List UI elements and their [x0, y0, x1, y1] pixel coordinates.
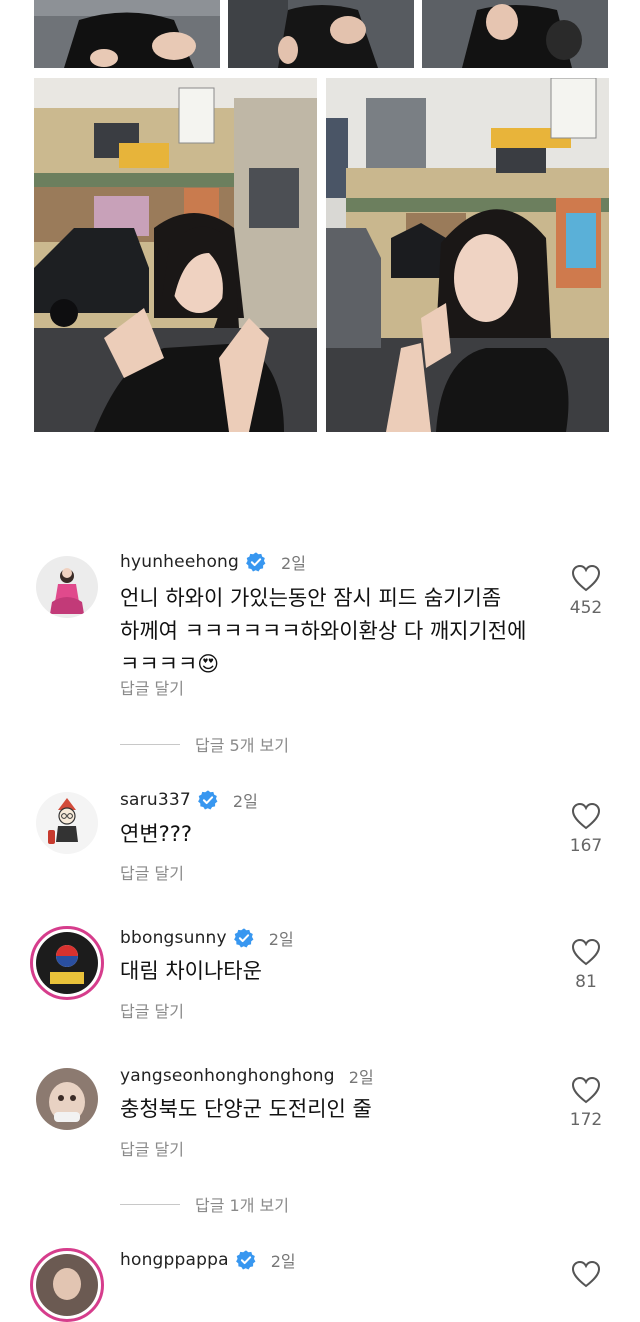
comment-header: hyunheehong 2일	[120, 550, 306, 574]
view-replies-label: 답글 1개 보기	[195, 1196, 289, 1215]
heart-icon[interactable]	[571, 564, 601, 592]
comment-text: 충청북도 단양군 도전리인 줄	[120, 1093, 550, 1126]
comment-line: 연변???	[120, 822, 193, 846]
username[interactable]: hyunheehong	[120, 552, 239, 572]
reply-button[interactable]: 답글 달기	[120, 1136, 184, 1160]
view-replies-divider	[120, 1203, 180, 1205]
avatar[interactable]	[36, 1068, 98, 1130]
reply-button[interactable]: 답글 달기	[120, 675, 184, 699]
like-control	[566, 1260, 606, 1288]
like-control: 167	[566, 802, 606, 856]
view-replies-button[interactable]: 답글 1개 보기	[120, 1192, 289, 1216]
post-photo-left[interactable]	[34, 78, 317, 432]
username[interactable]: yangseonhonghonghong	[120, 1066, 335, 1086]
view-replies-divider	[120, 743, 180, 745]
comment-age: 2일	[348, 1068, 374, 1087]
verified-badge-icon	[235, 1250, 256, 1270]
view-replies-label: 답글 5개 보기	[195, 736, 289, 755]
comment-age: 2일	[232, 792, 258, 811]
like-count: 81	[575, 972, 597, 992]
comment-age: 2일	[281, 554, 306, 573]
comment-line: 언니 하와이 가있는동안 잠시 피드 숨기기좀	[120, 586, 502, 610]
comment-header: hongppappa 2일	[120, 1248, 296, 1272]
post-photo-right[interactable]	[326, 78, 609, 432]
heart-icon[interactable]	[571, 1076, 601, 1104]
username[interactable]: bbongsunny	[120, 928, 227, 948]
avatar[interactable]	[30, 1248, 104, 1322]
comment-header: bbongsunny 2일	[120, 926, 294, 950]
view-replies-button[interactable]: 답글 5개 보기	[120, 732, 289, 756]
comment-line: 하께여 ㅋㅋㅋㅋㅋㅋ하와이환상 다 깨지기전에	[120, 619, 527, 643]
heart-icon[interactable]	[571, 802, 601, 830]
like-count: 167	[569, 836, 603, 856]
comment-text: 대림 차이나타운	[120, 955, 550, 988]
comment-line-text: ㅋㅋㅋㅋ	[120, 652, 198, 676]
like-count: 452	[569, 598, 603, 618]
comment-line: 대림 차이나타운	[120, 959, 262, 983]
comment-line: ㅋㅋㅋㅋ😍	[120, 648, 550, 681]
like-control: 172	[566, 1076, 606, 1130]
like-control: 452	[566, 564, 606, 618]
verified-badge-icon	[246, 552, 266, 572]
comment-line: 충청북도 단양군 도전리인 줄	[120, 1097, 372, 1121]
comment-text: 언니 하와이 가있는동안 잠시 피드 숨기기좀 하께여 ㅋㅋㅋㅋㅋㅋ하와이환상 …	[120, 582, 550, 681]
username[interactable]: hongppappa	[120, 1250, 229, 1270]
comment-header: saru337 2일	[120, 788, 258, 812]
avatar[interactable]	[36, 556, 98, 618]
comment-text: 연변???	[120, 818, 550, 851]
heart-eyes-emoji: 😍	[197, 652, 220, 676]
comment-age: 2일	[270, 1252, 296, 1271]
username[interactable]: saru337	[120, 790, 191, 810]
like-count: 172	[569, 1110, 603, 1130]
verified-badge-icon	[233, 928, 254, 948]
comment-header: yangseonhonghonghong 2일	[120, 1064, 374, 1088]
reply-button[interactable]: 답글 달기	[120, 860, 184, 884]
post-photo-top-1[interactable]	[34, 0, 220, 68]
post-photo-top-3[interactable]	[422, 0, 608, 68]
heart-icon[interactable]	[571, 938, 601, 966]
like-control: 81	[566, 938, 606, 992]
heart-icon[interactable]	[571, 1260, 601, 1288]
avatar[interactable]	[30, 926, 104, 1000]
post-photo-top-2[interactable]	[228, 0, 414, 68]
verified-badge-icon	[197, 790, 218, 810]
avatar[interactable]	[36, 792, 98, 854]
reply-button[interactable]: 답글 달기	[120, 998, 184, 1022]
comment-age: 2일	[268, 930, 294, 949]
